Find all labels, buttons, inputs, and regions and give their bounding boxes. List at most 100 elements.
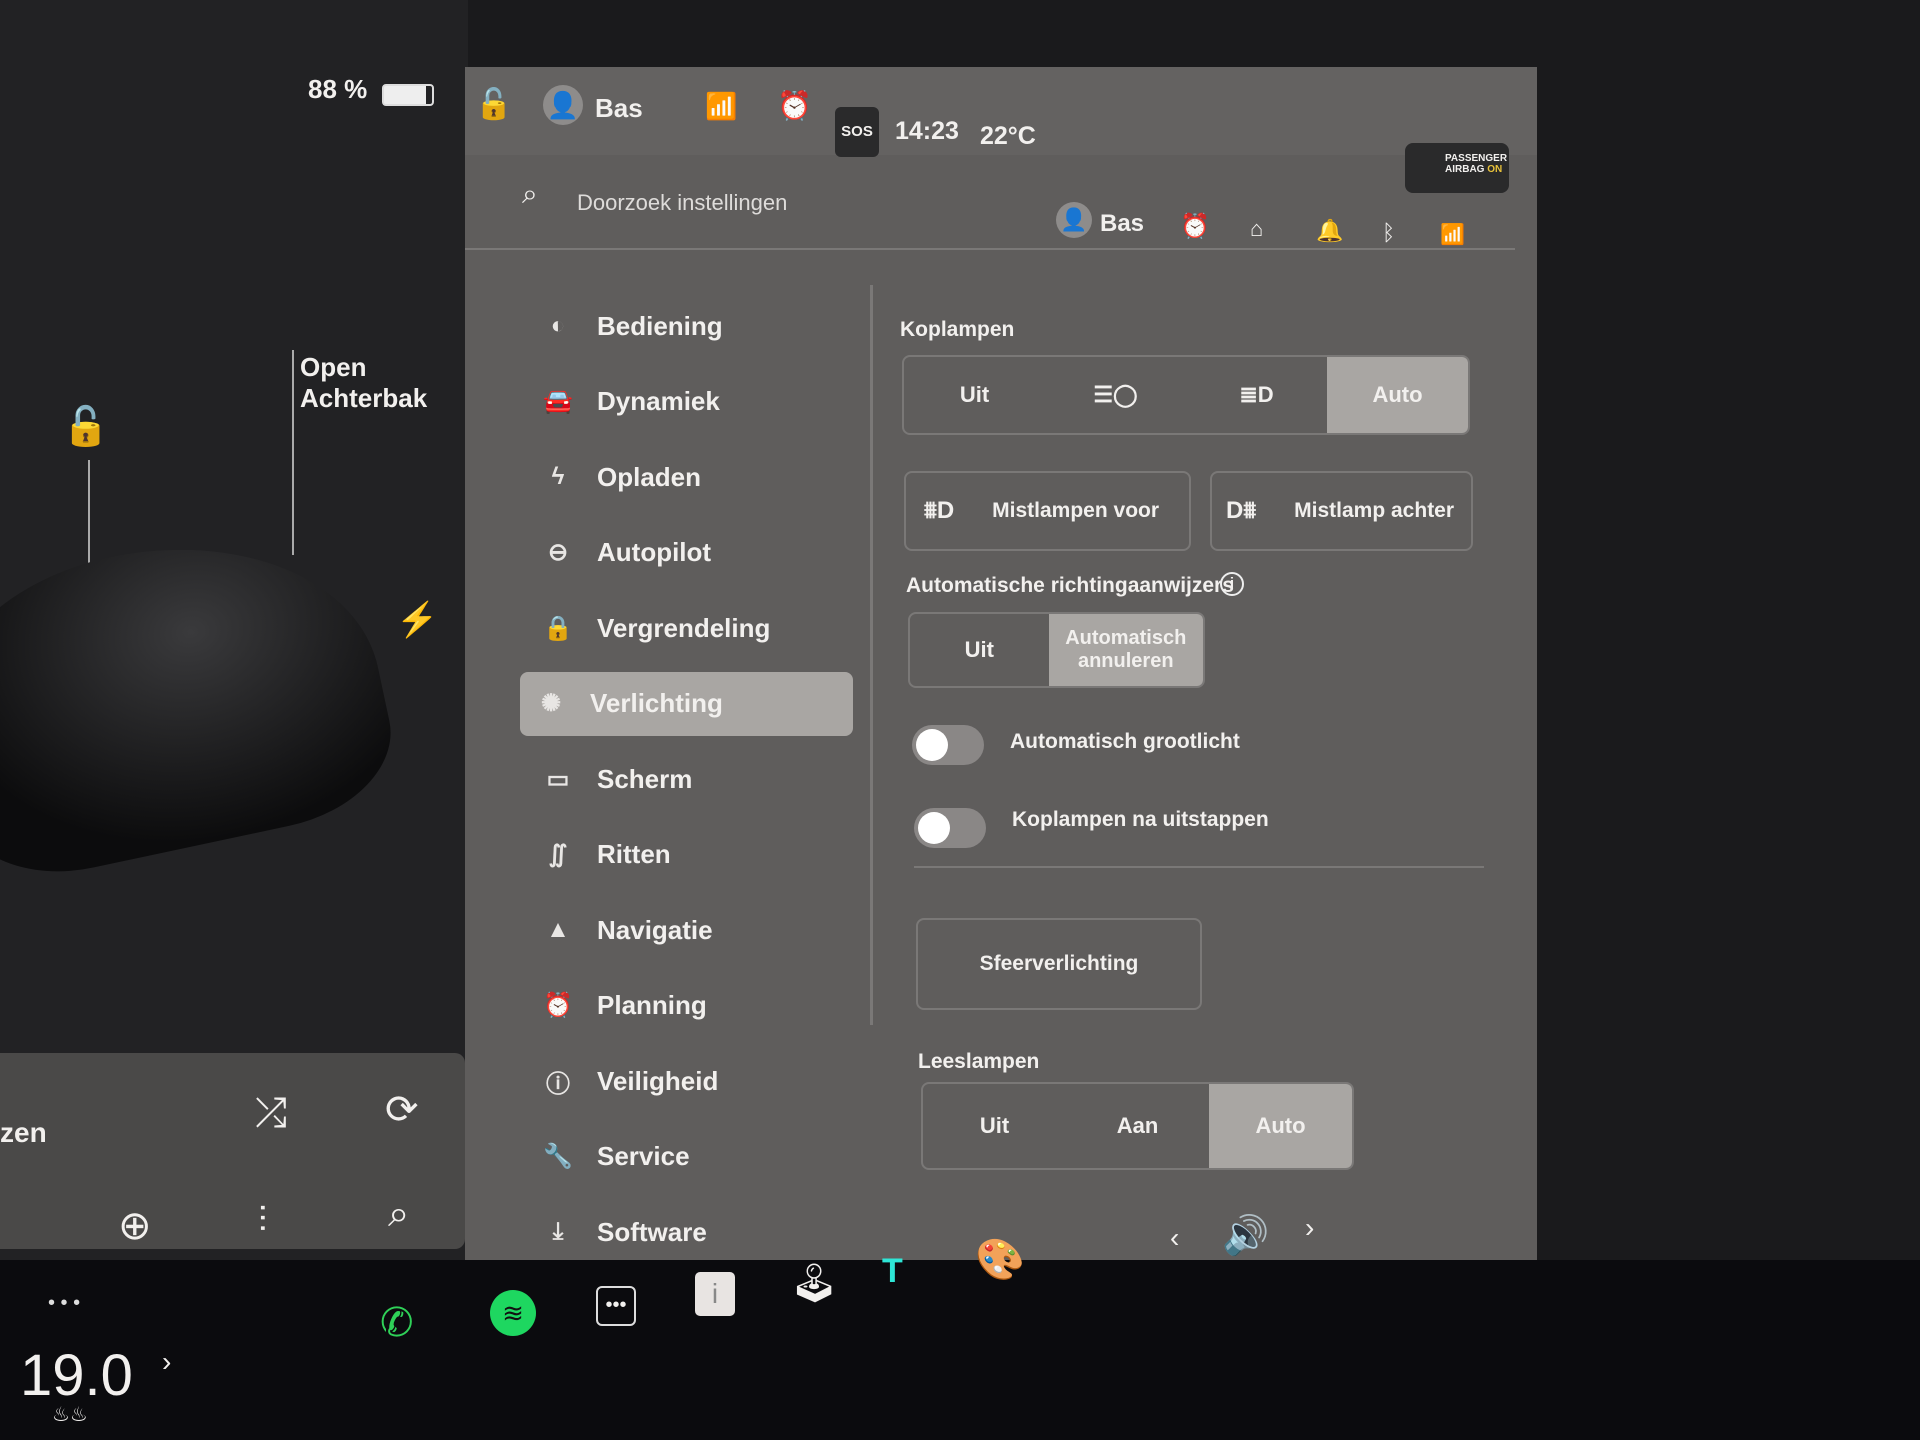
chevron-right-icon[interactable]: ›: [1305, 1212, 1314, 1244]
page-dots[interactable]: • • •: [48, 1292, 80, 1315]
menu-item-label: Veiligheid: [597, 1065, 719, 1096]
menu-item-navigatie[interactable]: ▲ Navigatie: [527, 898, 853, 962]
more-apps-icon[interactable]: •••: [596, 1286, 636, 1326]
unlock-icon[interactable]: 🔓: [62, 405, 109, 449]
bluetooth-icon[interactable]: ᛒ: [1382, 220, 1395, 246]
battery-percent: 88 %: [308, 74, 368, 104]
menu-item-dynamiek[interactable]: 🚘 Dynamiek: [527, 370, 853, 434]
teams-icon[interactable]: T: [882, 1252, 903, 1291]
menu-item-label: Navigatie: [597, 914, 713, 945]
add-icon[interactable]: ⊕: [118, 1203, 152, 1249]
settings-search-input[interactable]: Doorzoek instellingen: [577, 190, 787, 216]
menu-item-label: Service: [597, 1141, 690, 1171]
reading-lights-title: Leeslampen: [918, 1050, 1040, 1073]
headlights-auto[interactable]: Auto: [1327, 357, 1468, 433]
menu-item-ritten[interactable]: ∬ Ritten: [527, 823, 853, 887]
rear-fog-icon: D⩩: [1226, 497, 1257, 524]
cabin-temperature[interactable]: 19.0: [20, 1342, 133, 1409]
media-player: zen ⤮ ⟳ ⊕ ⫶ ⌕: [0, 1053, 465, 1249]
toybox-icon[interactable]: 🎨: [975, 1236, 1025, 1283]
seat-heater-icon[interactable]: ♨♨: [52, 1402, 88, 1427]
clock: 14:23: [895, 117, 959, 145]
turn-signal-title: Automatische richtingaanwijzers: [906, 574, 1234, 597]
bottom-bar: • • • 19.0 › ♨♨: [0, 1260, 1920, 1440]
front-fog-button[interactable]: ⩩D Mistlampen voor: [904, 471, 1191, 551]
shuffle-icon[interactable]: ⤮: [255, 1091, 287, 1136]
reading-lights-off[interactable]: Uit: [923, 1084, 1066, 1168]
headlights-after-exit-toggle[interactable]: [914, 808, 986, 848]
wifi-icon[interactable]: 📶: [1440, 222, 1465, 247]
volume-icon[interactable]: 🔊: [1222, 1214, 1269, 1258]
repeat-icon[interactable]: ⟳: [385, 1087, 419, 1133]
search-icon[interactable]: ⌕: [388, 1193, 409, 1236]
headlights-segmented: Uit ☰◯ ≣D Auto: [902, 355, 1470, 435]
menu-item-software[interactable]: ⤓ Software: [527, 1200, 853, 1264]
menu-item-autopilot[interactable]: ⊖ Autopilot: [527, 521, 853, 585]
ambient-lighting-button[interactable]: Sfeerverlichting: [916, 918, 1202, 1010]
menu-item-scherm[interactable]: ▭ Scherm: [527, 747, 853, 811]
menu-item-label: Ritten: [597, 839, 671, 869]
headlights-title: Koplampen: [900, 318, 1015, 341]
auto-high-beam-label: Automatisch grootlicht: [1010, 730, 1240, 753]
menu-item-label: Scherm: [597, 763, 693, 794]
lock-status-icon[interactable]: 🔓: [475, 87, 512, 122]
menu-item-opladen[interactable]: ϟ Opladen: [527, 445, 853, 509]
turn-signal-auto-cancel[interactable]: Automatisch annuleren: [1048, 614, 1203, 686]
trunk-label[interactable]: Open Achterbak: [300, 352, 427, 414]
sos-button[interactable]: SOS: [835, 107, 879, 157]
menu-item-label: Bediening: [597, 310, 723, 341]
car-panel: 88 % Open Achterbak 🔓 ⚡ zen ⤮ ⟳ ⊕ ⫶ ⌕: [0, 0, 468, 1270]
garage-icon[interactable]: ⌂: [1250, 216, 1263, 242]
car-image: [0, 507, 407, 893]
menu-item-service[interactable]: 🔧 Service: [527, 1125, 853, 1189]
charge-port-icon[interactable]: ⚡: [396, 600, 438, 640]
auto-high-beam-toggle[interactable]: [912, 725, 984, 765]
info-icon[interactable]: i: [1220, 572, 1244, 596]
trunk-line: [292, 350, 294, 555]
outside-temp: 22°C: [980, 122, 1036, 150]
menu-item-vergrendeling[interactable]: 🔒 Vergrendeling: [527, 596, 853, 660]
battery-icon: [382, 84, 434, 106]
menu-item-bediening[interactable]: ◐ Bediening: [527, 294, 853, 358]
profile-name[interactable]: Bas: [595, 93, 643, 124]
front-fog-icon: ⩩D: [924, 497, 955, 524]
download-icon: ⤓: [552, 1218, 564, 1245]
menu-item-label: Opladen: [597, 461, 702, 492]
toggle-icon: ◐: [550, 312, 566, 339]
bolt-icon: ϟ: [551, 463, 565, 490]
profile-icon[interactable]: 👤: [1056, 202, 1092, 238]
airbag-indicator: PASSENGER AIRBAG ON: [1405, 143, 1509, 193]
steering-wheel-icon: ⊖: [547, 539, 569, 566]
parking-lights-icon[interactable]: ☰◯: [1045, 357, 1186, 433]
menu-item-label: Dynamiek: [597, 386, 720, 416]
equalizer-icon[interactable]: ⫶: [258, 1199, 267, 1242]
chevron-right-icon[interactable]: ›: [162, 1346, 171, 1378]
header-divider: [465, 248, 1515, 250]
alert-icon: ⓘ: [546, 1070, 570, 1098]
manual-icon[interactable]: i: [695, 1272, 735, 1316]
profile-name[interactable]: Bas: [1100, 210, 1144, 238]
rear-fog-button[interactable]: D⩩ Mistlamp achter: [1210, 471, 1473, 551]
turn-signal-segmented: Uit Automatisch annuleren: [908, 612, 1205, 688]
column-divider: [870, 285, 873, 1025]
media-title: zen: [0, 1117, 47, 1148]
car-icon: 🚘: [543, 388, 573, 415]
chevron-left-icon[interactable]: ‹: [1170, 1222, 1179, 1254]
menu-item-verlichting[interactable]: ✺ Verlichting: [520, 671, 853, 736]
reading-lights-on[interactable]: Aan: [1066, 1084, 1209, 1168]
headlights-off[interactable]: Uit: [904, 357, 1045, 433]
alarm-icon[interactable]: ⏰: [1180, 212, 1210, 241]
profile-icon[interactable]: 👤: [543, 85, 583, 125]
joystick-icon[interactable]: 🕹: [790, 1262, 838, 1306]
phone-icon[interactable]: ✆: [380, 1300, 414, 1346]
menu-item-planning[interactable]: ⏰ Planning: [527, 974, 853, 1038]
status-bar: 🔓 👤 Bas 📶 ⏰ SOS 14:23 22°C PASSENGER AIRB…: [465, 67, 1537, 193]
low-beam-icon[interactable]: ≣D: [1186, 357, 1327, 433]
alarm-icon[interactable]: ⏰: [777, 89, 812, 122]
menu-item-veiligheid[interactable]: ⓘ Veiligheid: [527, 1049, 853, 1113]
spotify-icon[interactable]: ≋: [490, 1290, 536, 1336]
bell-icon[interactable]: 🔔: [1316, 218, 1343, 244]
turn-signal-off[interactable]: Uit: [910, 614, 1049, 686]
reading-lights-auto[interactable]: Auto: [1209, 1084, 1352, 1168]
trips-icon: ∬: [548, 841, 568, 868]
